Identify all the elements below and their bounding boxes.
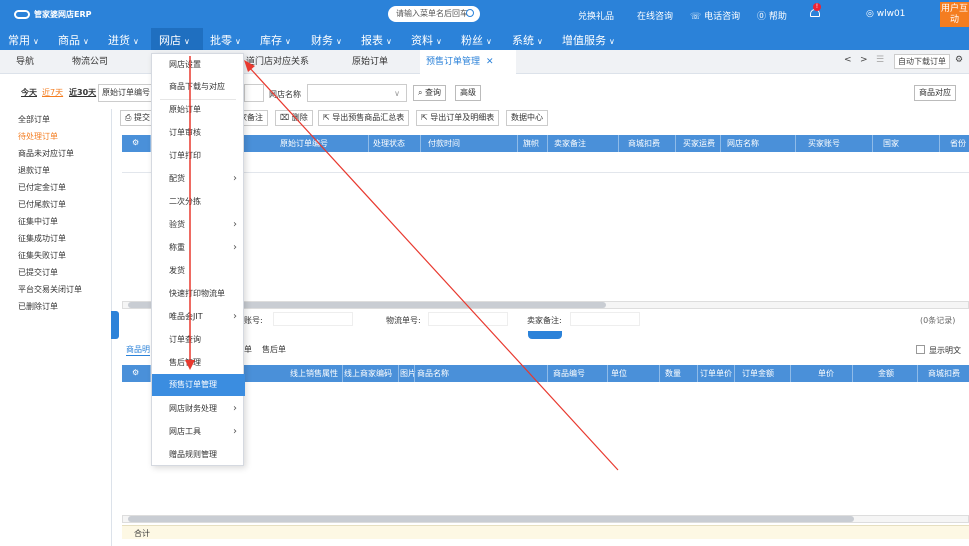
annotation-arrowhead xyxy=(244,60,255,72)
annotation-arrowhead xyxy=(185,360,195,370)
annotation-arrows xyxy=(185,56,619,471)
annotation-arrow-diagonal xyxy=(247,65,619,471)
